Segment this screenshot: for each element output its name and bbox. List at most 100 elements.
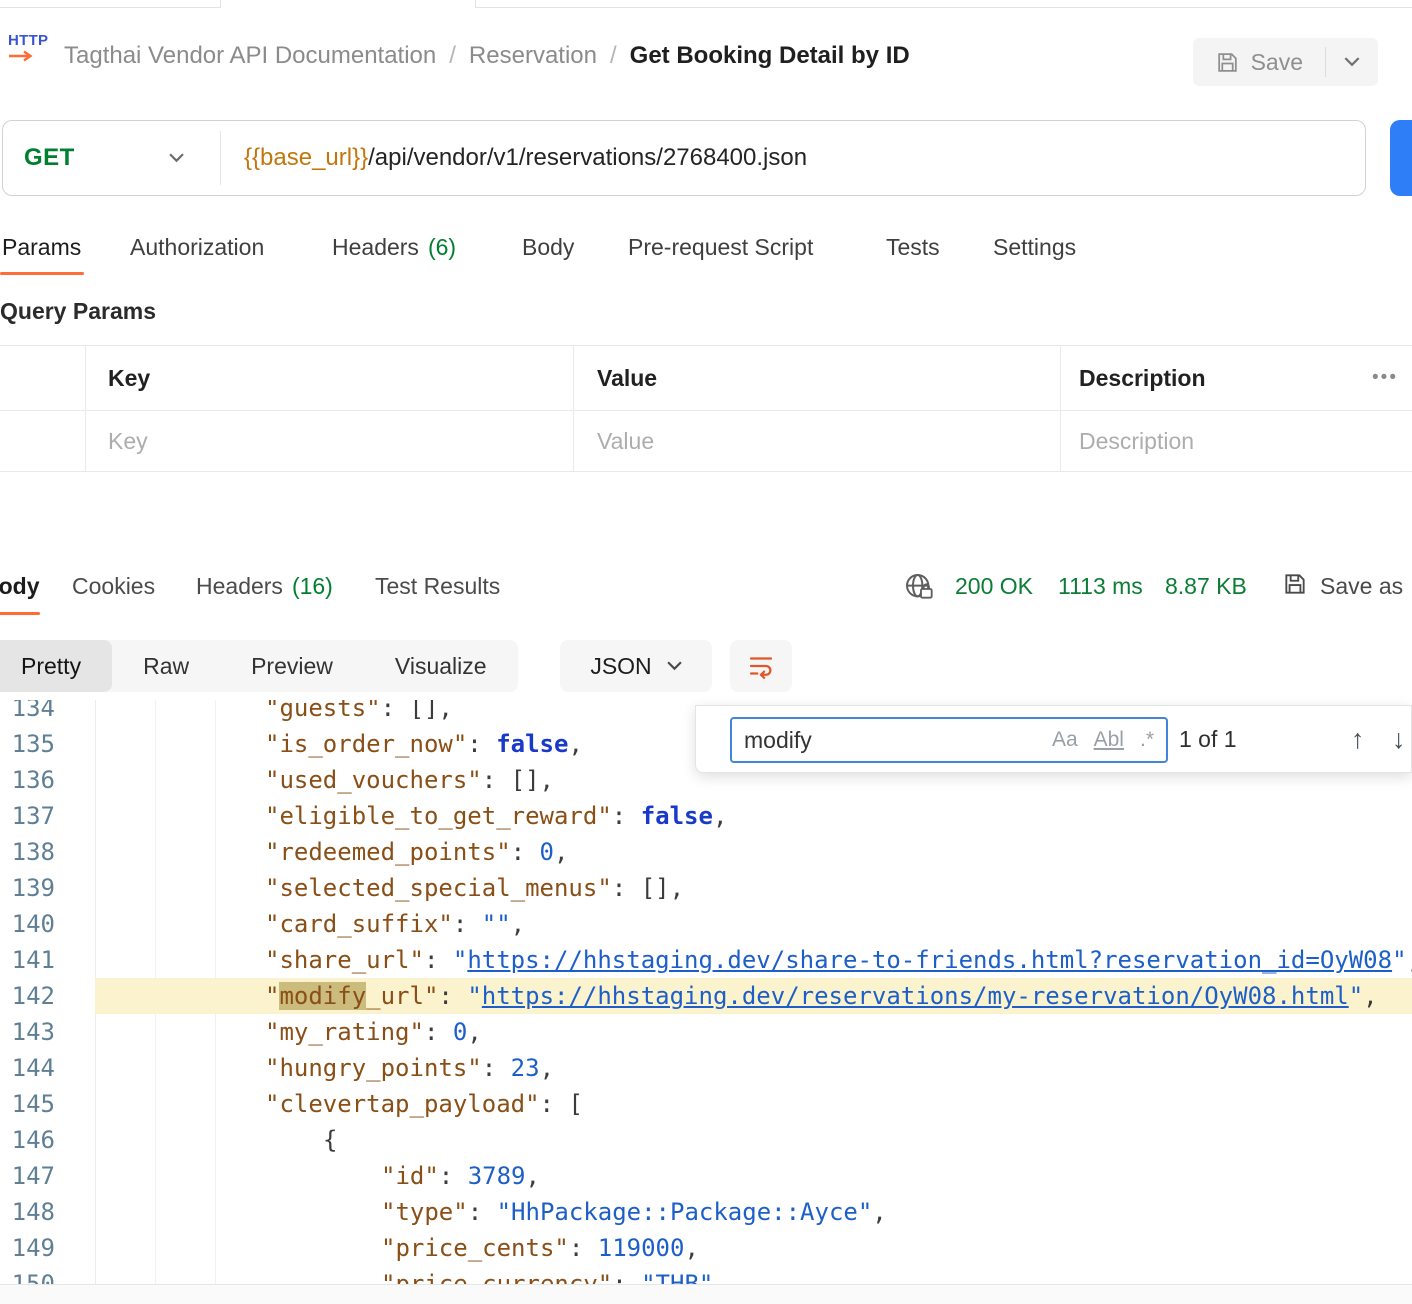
breadcrumb-collection[interactable]: Tagthai Vendor API Documentation	[64, 42, 436, 70]
send-button[interactable]	[1390, 120, 1412, 196]
horizontal-scrollbar[interactable]	[0, 1284, 1412, 1304]
save-response-button[interactable]: Save as	[1320, 558, 1403, 614]
wrap-lines-button[interactable]	[730, 640, 792, 692]
token: :	[453, 910, 482, 938]
view-visualize[interactable]: Visualize	[364, 640, 518, 692]
response-tab-cookies[interactable]: Cookies	[72, 558, 155, 614]
line-number: 144	[0, 1050, 55, 1086]
token: "	[1349, 982, 1363, 1010]
breadcrumb-separator: /	[449, 42, 456, 70]
save-button-group: Save	[1193, 38, 1378, 86]
save-options-button[interactable]	[1326, 38, 1378, 86]
param-key-input[interactable]: Key	[108, 411, 148, 471]
token: "selected_special_menus"	[265, 874, 612, 902]
previous-match-button[interactable]: ↑	[1351, 706, 1365, 772]
token: {	[323, 1126, 337, 1154]
http-request-icon: HTTP	[8, 32, 56, 78]
chevron-down-icon	[1344, 57, 1360, 67]
tab-params[interactable]: Params	[2, 222, 81, 272]
token: :	[424, 946, 453, 974]
search-input[interactable]: modify Aa Abl .*	[730, 717, 1168, 763]
code-text: "eligible_to_get_reward": false,	[265, 798, 727, 834]
token: "redeemed_points"	[265, 838, 511, 866]
query-params-table: Key Value Description Key Value Descript…	[0, 345, 1412, 472]
column-header-value: Value	[597, 346, 657, 410]
token: :	[482, 766, 511, 794]
response-tab-body[interactable]: Body	[0, 558, 40, 614]
json-link[interactable]: https://hhstaging.dev/share-to-friends.h…	[467, 946, 1392, 974]
token: [],	[511, 766, 554, 794]
line-number: 137	[0, 798, 55, 834]
param-value-input[interactable]: Value	[597, 411, 654, 471]
response-body-editor[interactable]: 134"guests": [],135"is_order_now": false…	[0, 700, 1412, 1284]
token: [],	[410, 700, 453, 722]
token: "is_order_now"	[265, 730, 467, 758]
token: ,	[540, 1054, 554, 1082]
format-select[interactable]: JSON	[560, 640, 712, 692]
token: "my_rating"	[265, 1018, 424, 1046]
param-description-input[interactable]: Description	[1079, 411, 1194, 471]
code-text: "type": "HhPackage::Package::Ayce",	[381, 1194, 887, 1230]
whole-word-toggle[interactable]: Abl	[1094, 728, 1124, 752]
request-header: HTTP Tagthai Vendor API Documentation / …	[0, 8, 1412, 104]
tab-settings[interactable]: Settings	[993, 222, 1076, 272]
save-button-label: Save	[1251, 49, 1303, 76]
method-select[interactable]: GET	[24, 120, 184, 196]
response-tab-headers[interactable]: Headers(16)	[196, 558, 333, 614]
json-link[interactable]: https://hhstaging.dev/reservations/my-re…	[482, 982, 1349, 1010]
url-path: /api/vendor/v1/reservations/2768400.json	[368, 144, 807, 172]
code-line-149: 149"price_cents": 119000,	[0, 1230, 1412, 1266]
view-preview[interactable]: Preview	[220, 640, 364, 692]
breadcrumb: Tagthai Vendor API Documentation / Reser…	[64, 8, 910, 104]
token: "	[265, 982, 279, 1010]
table-options-icon[interactable]: •••	[1372, 346, 1398, 410]
wrap-lines-icon	[746, 651, 776, 681]
tab-pre-request-script[interactable]: Pre-request Script	[628, 222, 813, 272]
breadcrumb-folder[interactable]: Reservation	[469, 42, 597, 70]
token: "guests"	[265, 700, 381, 722]
table-border	[573, 346, 574, 471]
token: ,	[554, 838, 568, 866]
token: "hungry_points"	[265, 1054, 482, 1082]
line-number: 136	[0, 762, 55, 798]
token: :	[612, 874, 641, 902]
token: _url"	[366, 982, 438, 1010]
breadcrumb-separator: /	[610, 42, 617, 70]
breadcrumb-request-name[interactable]: Get Booking Detail by ID	[630, 42, 910, 70]
postman-app: HTTP Tagthai Vendor API Documentation / …	[0, 0, 1412, 1304]
save-button[interactable]: Save	[1193, 38, 1325, 86]
token: "id"	[381, 1162, 439, 1190]
next-match-button[interactable]: ↓	[1392, 706, 1406, 772]
match-case-toggle[interactable]: Aa	[1052, 728, 1078, 752]
token: :	[482, 1054, 511, 1082]
token: "	[453, 946, 467, 974]
tab-headers[interactable]: Headers(6)	[332, 222, 456, 272]
network-info-icon[interactable]	[903, 571, 935, 603]
line-number: 138	[0, 834, 55, 870]
chevron-down-icon	[667, 661, 682, 671]
response-size: 8.87 KB	[1165, 558, 1247, 614]
tab-body[interactable]: Body	[522, 222, 574, 272]
code-text: "clevertap_payload": [	[265, 1086, 583, 1122]
view-pretty[interactable]: Pretty	[0, 640, 112, 692]
url-input[interactable]: {{base_url}}/api/vendor/v1/reservations/…	[244, 120, 1352, 196]
tab-authorization[interactable]: Authorization	[130, 222, 264, 272]
token: "THB"	[641, 1270, 713, 1284]
view-raw[interactable]: Raw	[112, 640, 220, 692]
table-border	[85, 346, 86, 471]
match-count: 1 of 1	[1179, 706, 1237, 772]
token: :	[540, 1090, 569, 1118]
token: 119000	[598, 1234, 685, 1262]
tab-label: Headers	[332, 234, 419, 260]
table-border	[1060, 346, 1061, 471]
token: [	[568, 1090, 582, 1118]
regex-toggle[interactable]: .*	[1140, 728, 1154, 752]
code-line-145: 145 "clevertap_payload": [	[0, 1086, 1412, 1122]
code-text: "share_url": "https://hhstaging.dev/shar…	[265, 942, 1412, 978]
response-tab-test-results[interactable]: Test Results	[375, 558, 500, 614]
code-line-138: 138"redeemed_points": 0,	[0, 834, 1412, 870]
line-number: 146	[0, 1122, 55, 1158]
tab-tests[interactable]: Tests	[886, 222, 940, 272]
format-label: JSON	[590, 653, 651, 680]
line-number: 145	[0, 1086, 55, 1122]
